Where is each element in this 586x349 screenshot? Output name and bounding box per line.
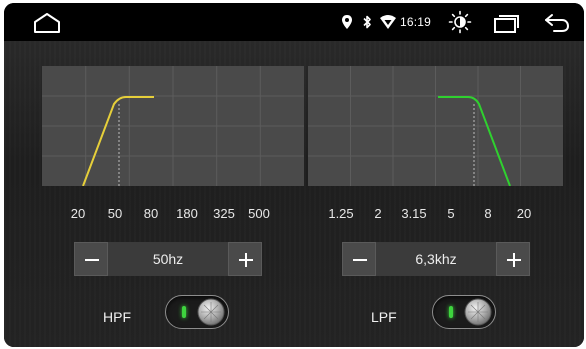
back-icon[interactable] — [544, 13, 570, 33]
hpf-response-graph — [42, 66, 304, 186]
hpf-frequency-stepper: 50hz — [74, 242, 262, 276]
tick-label: 20 — [516, 206, 532, 221]
lpf-response-graph — [308, 66, 563, 186]
status-icons — [340, 13, 402, 31]
crossover-panel: 20 50 80 180 325 500 1.25 2 3.15 5 8 20 … — [4, 41, 584, 347]
minus-icon — [85, 259, 99, 261]
hpf-frequency-value: 50hz — [108, 242, 228, 276]
toggle-on-indicator — [182, 306, 186, 318]
lpf-frequency-value: 6,3khz — [376, 242, 496, 276]
recent-apps-icon[interactable] — [492, 13, 520, 33]
tick-label: 1.25 — [328, 206, 354, 221]
status-bar: 16:19 — [4, 3, 584, 41]
status-time: 16:19 — [400, 15, 432, 29]
home-icon[interactable] — [32, 12, 62, 34]
wifi-icon — [380, 15, 396, 29]
lpf-toggle[interactable] — [432, 295, 496, 329]
lpf-increase-button[interactable] — [496, 242, 530, 276]
tick-label: 5 — [447, 206, 455, 221]
lpf-label: LPF — [371, 309, 397, 325]
toggle-knob — [464, 298, 492, 326]
location-icon — [342, 15, 352, 29]
minus-icon — [353, 259, 367, 261]
hpf-toggle[interactable] — [165, 295, 229, 329]
brightness-icon[interactable] — [448, 10, 472, 34]
hpf-label: HPF — [103, 309, 131, 325]
lpf-decrease-button[interactable] — [342, 242, 376, 276]
hpf-decrease-button[interactable] — [74, 242, 108, 276]
bluetooth-icon — [363, 15, 371, 29]
tick-label: 3.15 — [401, 206, 427, 221]
lpf-frequency-stepper: 6,3khz — [342, 242, 530, 276]
head-unit-screen: 16:19 20 50 80 180 325 500 1.25 2 3.15 5… — [4, 3, 584, 347]
hpf-increase-button[interactable] — [228, 242, 262, 276]
toggle-on-indicator — [449, 306, 453, 318]
plus-icon — [507, 253, 521, 267]
lpf-frequency-axis: 1.25 2 3.15 5 8 20 — [4, 206, 584, 222]
toggle-knob — [197, 298, 225, 326]
plus-icon — [239, 253, 253, 267]
tick-label: 8 — [484, 206, 492, 221]
tick-label: 2 — [374, 206, 382, 221]
